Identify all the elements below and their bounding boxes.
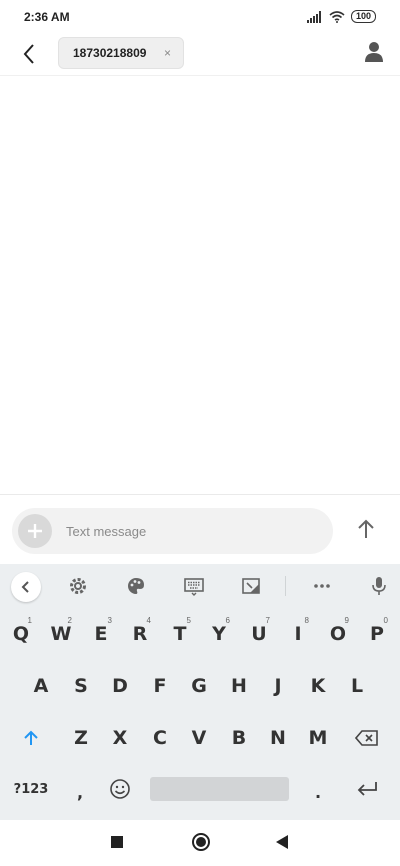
- battery-indicator: 100: [350, 10, 376, 23]
- smiley-icon: [110, 779, 130, 799]
- more-horizontal-icon: [314, 584, 330, 588]
- comma-key[interactable]: ,: [62, 772, 98, 812]
- composer-bar: [0, 494, 400, 564]
- signal-icon: [306, 10, 321, 23]
- key-hint: 0: [383, 616, 388, 625]
- back-triangle-icon[interactable]: [276, 835, 288, 849]
- shift-arrow-icon: [24, 730, 38, 745]
- key-y[interactable]: Y6: [201, 614, 237, 654]
- key-n[interactable]: N: [260, 718, 296, 758]
- symbols-key[interactable]: ?123: [11, 769, 51, 809]
- emoji-key[interactable]: [102, 769, 138, 809]
- key-hint: 9: [344, 616, 349, 625]
- key-hint: 6: [225, 616, 230, 625]
- add-attachment-button[interactable]: [18, 514, 52, 548]
- conversation-header: 18730218809 ×: [0, 34, 400, 76]
- recipient-number: 18730218809: [73, 46, 147, 60]
- remove-recipient-icon[interactable]: ×: [164, 46, 171, 60]
- plus-icon: [28, 524, 42, 538]
- key-r[interactable]: R4: [122, 614, 158, 654]
- key-w[interactable]: W2: [43, 614, 79, 654]
- key-label: T: [173, 623, 187, 645]
- key-v[interactable]: V: [181, 718, 217, 758]
- palette-icon: [128, 578, 144, 594]
- settings-button[interactable]: [66, 574, 90, 598]
- key-i[interactable]: I8: [280, 614, 316, 654]
- keyboard: Q1 W2 E3 R4 T5 Y6 U7 I8 O9 P0 A S D F G …: [0, 564, 400, 820]
- key-a[interactable]: A: [23, 666, 59, 706]
- system-navigation-bar: [0, 820, 400, 866]
- status-bar: 2:36 AM 100: [0, 0, 400, 34]
- key-label: O: [329, 623, 347, 645]
- key-j[interactable]: J: [260, 666, 296, 706]
- back-arrow-icon[interactable]: [18, 42, 42, 66]
- space-bar[interactable]: [150, 777, 289, 801]
- key-e[interactable]: E3: [83, 614, 119, 654]
- key-hint: 7: [265, 616, 270, 625]
- enter-arrow-icon: [357, 782, 377, 796]
- contact-person-icon[interactable]: [362, 40, 386, 64]
- key-h[interactable]: H: [221, 666, 257, 706]
- message-input[interactable]: [66, 520, 316, 542]
- key-label: R: [132, 623, 148, 645]
- key-hint: 3: [107, 616, 112, 625]
- toolbar-divider: [285, 576, 286, 596]
- one-handed-icon: [242, 578, 260, 594]
- microphone-icon: [372, 577, 386, 595]
- shift-key[interactable]: [13, 718, 49, 758]
- voice-input-button[interactable]: [367, 574, 391, 598]
- wifi-icon: [329, 10, 345, 23]
- keyboard-toolbar: [0, 564, 400, 608]
- status-icons: 100: [306, 10, 376, 23]
- send-arrow-icon[interactable]: [354, 517, 378, 541]
- key-l[interactable]: L: [339, 666, 375, 706]
- key-t[interactable]: T5: [162, 614, 198, 654]
- key-hint: 2: [67, 616, 72, 625]
- key-hint: 1: [27, 616, 32, 625]
- key-c[interactable]: C: [142, 718, 178, 758]
- message-composer: [12, 508, 333, 554]
- key-label: U: [251, 623, 267, 645]
- key-o[interactable]: O9: [320, 614, 356, 654]
- key-label: I: [294, 623, 302, 645]
- key-hint: 8: [304, 616, 309, 625]
- backspace-key[interactable]: [349, 718, 385, 758]
- key-hint: 5: [186, 616, 191, 625]
- one-handed-button[interactable]: [239, 574, 263, 598]
- keyboard-mode-button[interactable]: [182, 574, 206, 598]
- key-x[interactable]: X: [102, 718, 138, 758]
- key-s[interactable]: S: [63, 666, 99, 706]
- status-time: 2:36 AM: [24, 10, 70, 24]
- more-options-button[interactable]: [310, 574, 334, 598]
- key-m[interactable]: M: [300, 718, 336, 758]
- key-k[interactable]: K: [300, 666, 336, 706]
- key-hint: 4: [146, 616, 151, 625]
- key-g[interactable]: G: [181, 666, 217, 706]
- key-q[interactable]: Q1: [3, 614, 39, 654]
- key-u[interactable]: U7: [241, 614, 277, 654]
- recents-square-icon[interactable]: [111, 836, 123, 848]
- key-label: E: [94, 623, 108, 645]
- key-label: W: [50, 623, 72, 645]
- key-d[interactable]: D: [102, 666, 138, 706]
- period-key[interactable]: .: [300, 772, 336, 812]
- enter-key[interactable]: [349, 769, 385, 809]
- key-f[interactable]: F: [142, 666, 178, 706]
- key-z[interactable]: Z: [63, 718, 99, 758]
- key-label: Q: [12, 623, 30, 645]
- key-label: Y: [212, 623, 226, 645]
- collapse-toolbar-button[interactable]: [11, 572, 41, 602]
- recipient-chip[interactable]: 18730218809 ×: [58, 37, 184, 69]
- backspace-icon: [355, 730, 378, 746]
- keyboard-icon: [184, 578, 204, 596]
- home-circle-icon[interactable]: [192, 833, 210, 851]
- key-p[interactable]: P0: [359, 614, 395, 654]
- gear-icon: [70, 578, 86, 594]
- chevron-left-icon: [21, 581, 29, 593]
- key-label: P: [370, 623, 384, 645]
- key-b[interactable]: B: [221, 718, 257, 758]
- theme-button[interactable]: [124, 574, 148, 598]
